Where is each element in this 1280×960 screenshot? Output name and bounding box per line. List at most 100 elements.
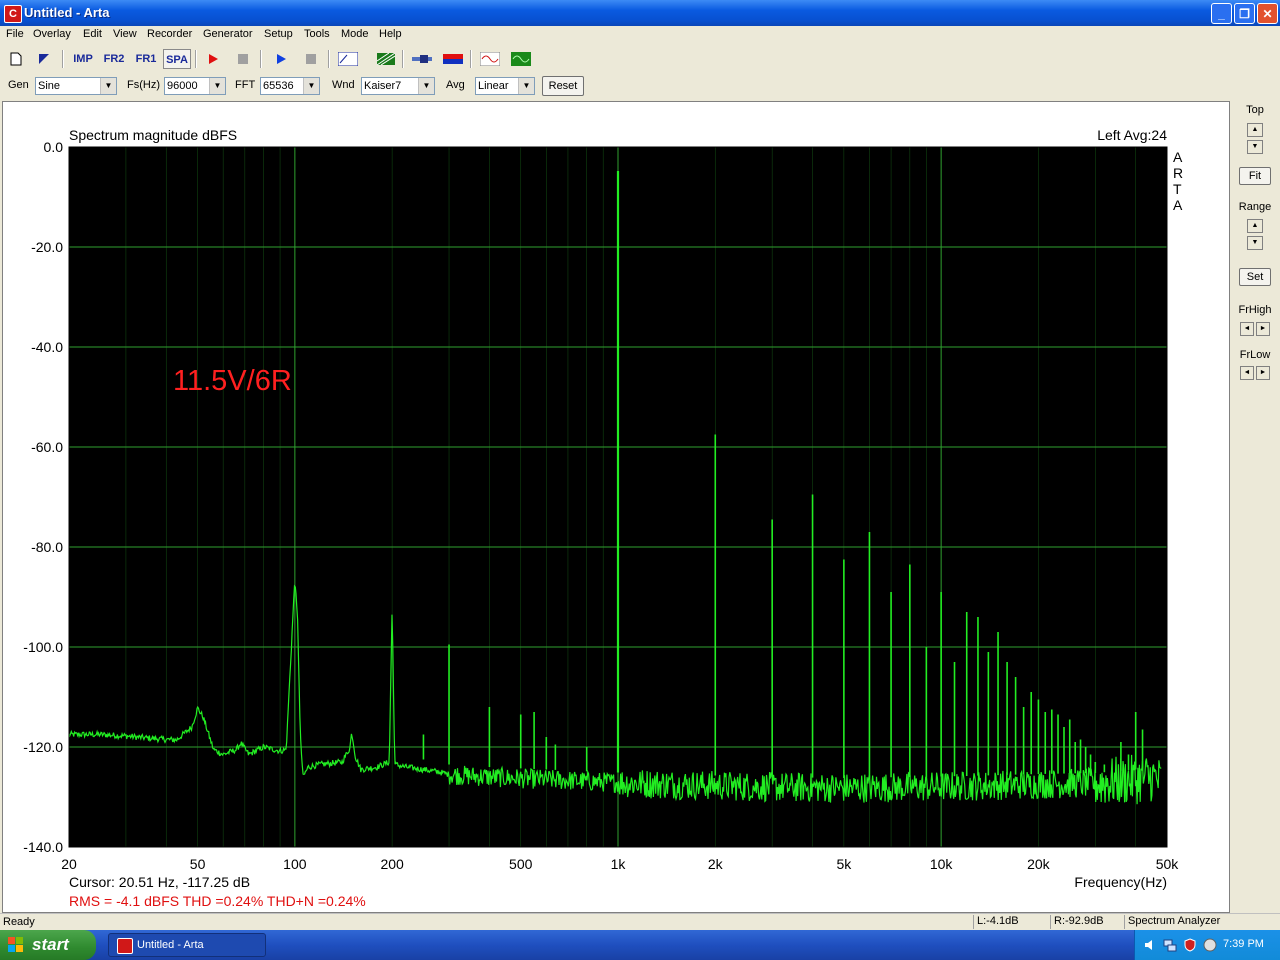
- cursor-readout: Cursor: 20.51 Hz, -117.25 dB: [69, 874, 250, 890]
- y-tick-label: -20.0: [31, 239, 63, 255]
- x-tick-label: 10k: [930, 856, 954, 872]
- spectrum-plot[interactable]: 0.0 -20.0 -40.0 -60.0 -80.0 -100.0 -120.0 -140.…: [2, 101, 1230, 913]
- minimize-button[interactable]: _: [1211, 3, 1232, 24]
- minimize-icon: _: [1218, 7, 1225, 21]
- menu-overlay[interactable]: Overlay: [33, 28, 71, 40]
- stop-play-button[interactable]: [300, 49, 322, 69]
- top-up-button[interactable]: ▲: [1247, 123, 1263, 137]
- sample-rate-select[interactable]: 96000 ▼: [164, 77, 226, 95]
- close-icon: ✕: [1262, 7, 1273, 21]
- menu-file[interactable]: File: [6, 28, 24, 40]
- start-label: start: [32, 935, 69, 954]
- top-label: Top: [1246, 104, 1264, 116]
- cable-button[interactable]: [411, 49, 433, 69]
- shield-icon[interactable]: [1183, 938, 1197, 952]
- brand-letter: A: [1173, 149, 1183, 165]
- fft-size-select[interactable]: 65536 ▼: [260, 77, 320, 95]
- y-tick-label: -100.0: [23, 639, 63, 655]
- frhigh-right-button[interactable]: ►: [1256, 322, 1270, 336]
- stop-record-button[interactable]: [232, 49, 254, 69]
- wave-button[interactable]: [510, 49, 532, 69]
- x-tick-label: 20: [61, 856, 77, 872]
- x-axis-label: Frequency(Hz): [1074, 874, 1167, 890]
- range-label: Range: [1238, 201, 1272, 213]
- chevron-down-icon[interactable]: ▼: [209, 78, 225, 94]
- fit-button[interactable]: Fit: [1239, 167, 1271, 185]
- window-select[interactable]: Kaiser7 ▼: [361, 77, 435, 95]
- x-tick-label: 50k: [1156, 856, 1180, 872]
- frhigh-label: FrHigh: [1238, 304, 1272, 316]
- arrow-left-icon: ◄: [1243, 369, 1251, 376]
- annotation-label: 11.5V/6R: [173, 365, 292, 397]
- menu-view[interactable]: View: [113, 28, 137, 40]
- frlow-right-button[interactable]: ►: [1256, 366, 1270, 380]
- imp-button[interactable]: IMP: [70, 49, 96, 69]
- top-down-button[interactable]: ▼: [1247, 140, 1263, 154]
- chevron-down-icon[interactable]: ▼: [418, 78, 434, 94]
- x-tick-label: 2k: [708, 856, 724, 872]
- open-button[interactable]: [33, 49, 55, 69]
- chevron-down-icon[interactable]: ▼: [303, 78, 319, 94]
- toolbar-separator: [260, 50, 262, 68]
- spa-button[interactable]: SPA: [163, 49, 191, 69]
- grid-button[interactable]: [375, 49, 397, 69]
- cable-icon: [412, 55, 432, 63]
- menu-generator[interactable]: Generator: [203, 28, 253, 40]
- frhigh-left-button[interactable]: ◄: [1240, 322, 1254, 336]
- record-button[interactable]: [202, 49, 224, 69]
- brand-letter: R: [1173, 165, 1183, 181]
- gen-label: Gen: [8, 79, 29, 91]
- new-file-icon: [10, 52, 22, 66]
- speaker-icon[interactable]: [1143, 938, 1157, 952]
- menu-edit[interactable]: Edit: [83, 28, 102, 40]
- status-bar: Ready L:-4.1dB R:-92.9dB Spectrum Analyz…: [0, 913, 1280, 931]
- range-up-button[interactable]: ▲: [1247, 219, 1263, 233]
- frlow-left-button[interactable]: ◄: [1240, 366, 1254, 380]
- record-icon: [209, 54, 218, 64]
- arrow-down-icon: ▼: [1251, 143, 1259, 150]
- sine-button[interactable]: [479, 49, 501, 69]
- open-icon: [39, 54, 49, 64]
- chevron-down-icon[interactable]: ▼: [518, 78, 534, 94]
- menu-setup[interactable]: Setup: [264, 28, 293, 40]
- color-bar-icon: [443, 54, 463, 64]
- range-down-button[interactable]: ▼: [1247, 236, 1263, 250]
- abc-icon: [337, 51, 359, 67]
- menu-mode[interactable]: Mode: [341, 28, 369, 40]
- chevron-down-icon[interactable]: ▼: [100, 78, 116, 94]
- set-button[interactable]: Set: [1239, 268, 1271, 286]
- status-left-level: L:-4.1dB: [973, 915, 1047, 929]
- x-tick-label: 200: [380, 856, 404, 872]
- arrow-up-icon: ▲: [1251, 222, 1259, 229]
- averaging-select[interactable]: Linear ▼: [475, 77, 535, 95]
- network-icon[interactable]: [1163, 938, 1177, 952]
- brand-letter: A: [1173, 197, 1183, 213]
- spectrum-chart[interactable]: 0.0 -20.0 -40.0 -60.0 -80.0 -100.0 -120.0 -140.…: [3, 102, 1229, 912]
- reset-button[interactable]: Reset: [542, 76, 584, 96]
- menu-tools[interactable]: Tools: [304, 28, 330, 40]
- y-tick-label: -80.0: [31, 539, 63, 555]
- generator-select[interactable]: Sine ▼: [35, 77, 117, 95]
- start-button[interactable]: start: [0, 930, 96, 960]
- status-mode: Spectrum Analyzer: [1124, 915, 1274, 929]
- sample-rate-value: 96000: [167, 80, 198, 92]
- abc-button[interactable]: [337, 49, 359, 69]
- menu-bar: File Overlay Edit View Recorder Generato…: [0, 26, 1280, 45]
- display-icon[interactable]: [1203, 938, 1217, 952]
- fft-label: FFT: [235, 79, 256, 91]
- toolbar-separator: [470, 50, 472, 68]
- close-button[interactable]: ✕: [1257, 3, 1278, 24]
- maximize-button[interactable]: ❐: [1234, 3, 1255, 24]
- play-button[interactable]: [270, 49, 292, 69]
- menu-recorder[interactable]: Recorder: [147, 28, 192, 40]
- taskbar-item-arta[interactable]: Untitled - Arta: [108, 933, 266, 957]
- new-file-button[interactable]: [5, 49, 27, 69]
- brand-letter: T: [1173, 181, 1182, 197]
- color-bar-button[interactable]: [442, 49, 464, 69]
- arta-icon[interactable]: C: [4, 5, 22, 23]
- fr2-button[interactable]: FR2: [101, 49, 127, 69]
- play-icon: [277, 54, 286, 64]
- fr1-button[interactable]: FR1: [133, 49, 159, 69]
- menu-help[interactable]: Help: [379, 28, 402, 40]
- fft-size-value: 65536: [263, 80, 294, 92]
